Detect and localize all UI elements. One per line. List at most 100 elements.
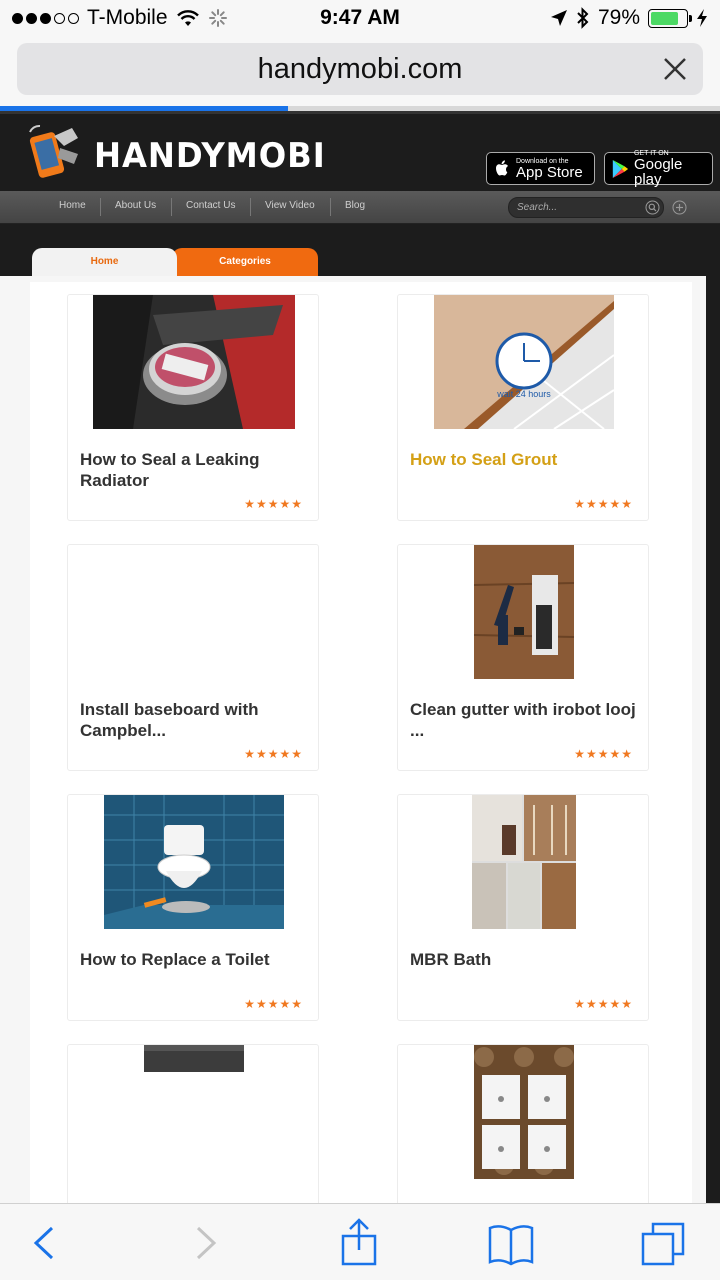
nav-divider [330,198,331,216]
star-icon: ★ [291,747,302,761]
blink-camera-thumbnail[interactable] [474,1045,574,1179]
share-icon[interactable] [334,1218,384,1268]
star-icon: ★ [609,747,621,761]
irobot-looj-thumbnail[interactable] [474,545,574,679]
grout-thumbnail[interactable] [434,295,614,429]
tab-categories[interactable]: Categories [172,248,318,276]
article-title[interactable]: How to Replace a Toilet [80,949,308,970]
thumbnail-caption: wait 24 hours [497,389,551,399]
star-rating: ★ ★ ★ ★ ★ [574,498,632,510]
app-store-label: App Store [516,163,583,181]
stop-loading-icon[interactable] [661,55,689,83]
article-thumbnail[interactable] [144,1045,244,1072]
nav-about-us[interactable]: About Us [115,200,156,211]
battery-icon [648,8,692,28]
tabs-icon[interactable] [638,1218,688,1268]
star-rating: ★ ★ ★ ★ ★ [244,748,302,760]
nav-divider [171,198,172,216]
article-card[interactable]: wait 24 hours How to Seal Grout ★ ★ ★ ★ ★ [397,294,649,521]
star-icon: ★ [244,747,255,761]
star-icon: ★ [609,997,621,1011]
nav-home[interactable]: Home [59,200,86,211]
article-title[interactable]: Clean gutter with irobot looj ... [410,699,638,741]
article-card[interactable]: Install baseboard with Campbel... ★ ★ ★ ★ ★ [67,544,319,771]
search-placeholder: Search... [517,202,558,213]
tab-home[interactable]: Home [32,248,177,276]
search-icon[interactable] [645,200,660,215]
star-icon: ★ [621,497,632,511]
signal-strength-icon [12,12,79,24]
toilet-thumbnail[interactable] [104,795,284,929]
article-card[interactable]: How to Seal a Leaking Radiator ★ ★ ★ ★ ★ [67,294,319,521]
nav-divider [100,198,101,216]
star-icon: ★ [244,997,255,1011]
bookmarks-icon[interactable] [486,1218,536,1268]
article-card[interactable] [67,1044,319,1204]
site-logo-text[interactable]: HANDYMOBI [94,136,326,176]
article-title[interactable]: How to Seal a Leaking Radiator [80,449,308,491]
star-icon: ★ [621,997,632,1011]
handymobi-logo-icon[interactable] [24,124,84,182]
star-icon: ★ [255,747,267,761]
nav-view-video[interactable]: View Video [265,200,315,211]
star-rating: ★ ★ ★ ★ ★ [244,498,302,510]
star-icon: ★ [609,497,621,511]
star-icon: ★ [267,497,279,511]
plus-icon[interactable] [672,200,687,215]
star-rating: ★ ★ ★ ★ ★ [574,748,632,760]
status-left: T-Mobile [12,6,228,30]
star-icon: ★ [244,497,255,511]
star-icon: ★ [574,497,585,511]
site-header: HANDYMOBI Download on the App Store GET … [0,111,720,191]
star-icon: ★ [597,747,609,761]
google-play-button[interactable]: GET IT ON Google play [604,150,713,188]
mbr-bath-thumbnail[interactable] [472,795,576,929]
bluetooth-icon [577,7,589,29]
star-icon: ★ [597,497,609,511]
battery-percent: 79% [597,6,640,29]
browser-address-area: handymobi.com [0,36,720,108]
star-icon: ★ [267,747,279,761]
radiator-thumbnail[interactable] [93,295,295,429]
app-store-button[interactable]: Download on the App Store [486,152,595,185]
article-title[interactable]: Install baseboard with Campbel... [80,699,308,741]
star-icon: ★ [279,497,291,511]
article-card[interactable]: MBR Bath ★ ★ ★ ★ ★ [397,794,649,1021]
browser-toolbar [0,1203,720,1280]
article-title[interactable]: How to Seal Grout [410,449,638,470]
star-icon: ★ [291,497,302,511]
google-play-label: Google play [633,156,683,188]
site-search-input[interactable]: Search... [508,197,664,218]
page-edge [706,224,720,1204]
star-icon: ★ [279,747,291,761]
url-text: handymobi.com [257,53,463,85]
article-card[interactable]: Clean gutter with irobot looj ... ★ ★ ★ ★ ★ [397,544,649,771]
content-area: How to Seal a Leaking Radiator ★ ★ ★ ★ ★ wai… [0,276,706,1204]
wifi-icon [176,10,199,26]
forward-icon[interactable] [180,1218,230,1268]
nav-blog[interactable]: Blog [345,200,365,211]
star-icon: ★ [279,997,291,1011]
star-icon: ★ [574,997,585,1011]
status-right: 79% [550,6,708,30]
charging-icon [697,9,707,27]
star-icon: ★ [585,497,597,511]
star-icon: ★ [255,497,267,511]
article-title[interactable]: MBR Bath [410,949,638,970]
back-icon[interactable] [20,1218,70,1268]
star-icon: ★ [291,997,302,1011]
article-card[interactable]: How to Replace a Toilet ★ ★ ★ ★ ★ [67,794,319,1021]
nav-contact-us[interactable]: Contact Us [186,200,235,211]
star-icon: ★ [574,747,585,761]
location-arrow-icon [550,10,567,26]
status-bar: T-Mobile 9:47 AM 79% [0,0,720,36]
star-icon: ★ [597,997,609,1011]
article-card[interactable] [397,1044,649,1204]
loading-spinner-icon [208,9,227,27]
address-bar[interactable]: handymobi.com [17,43,703,95]
star-icon: ★ [585,747,597,761]
apple-icon [496,159,508,175]
star-icon: ★ [621,747,632,761]
star-icon: ★ [255,997,267,1011]
google-play-icon [612,159,629,178]
